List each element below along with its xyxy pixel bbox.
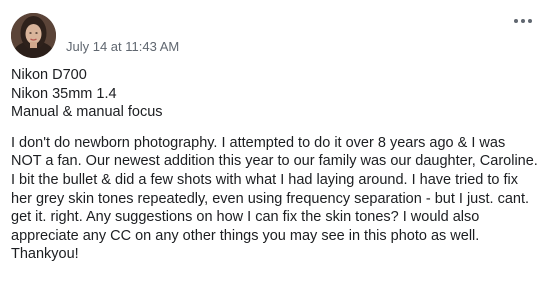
post-card: July 14 at 11:43 AM Nikon D700 Nikon 35m… xyxy=(0,0,547,292)
avatar[interactable] xyxy=(11,13,56,58)
post-timestamp[interactable]: July 14 at 11:43 AM xyxy=(66,39,179,55)
more-dot xyxy=(528,19,532,23)
more-dot xyxy=(514,19,518,23)
gear-line-camera: Nikon D700 xyxy=(11,67,87,83)
gear-line-lens: Nikon 35mm 1.4 xyxy=(11,85,117,102)
post-body: Nikon D700 Nikon 35mm 1.4 Manual & manua… xyxy=(11,66,539,264)
post-description: I don't do newborn photography. I attemp… xyxy=(11,134,538,263)
gear-line-focus: Manual & manual focus xyxy=(11,104,163,121)
more-options-icon[interactable] xyxy=(511,12,535,30)
avatar-image xyxy=(11,13,56,58)
more-dot xyxy=(521,19,525,23)
